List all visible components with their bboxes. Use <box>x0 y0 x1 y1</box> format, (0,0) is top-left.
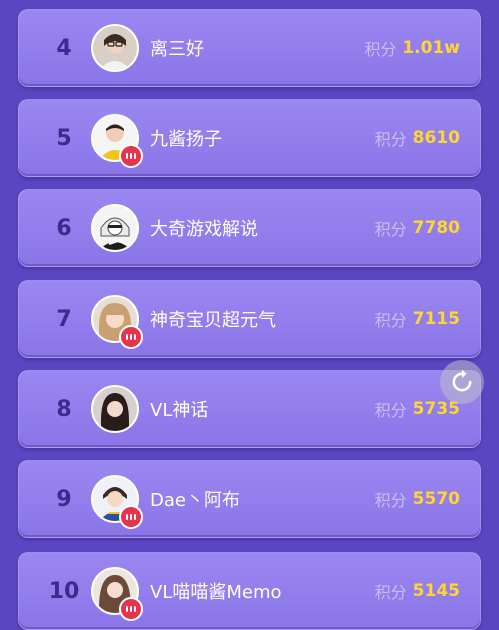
streamer-name[interactable]: VL喵喵酱Memo <box>150 553 282 629</box>
ranking-list: 4 离三好 积分 1.01w 5 九酱扬子 积分 8610 6 大奇游戏解说 积… <box>0 0 499 630</box>
avatar-image <box>93 387 137 431</box>
score-label: 积分 <box>364 40 397 59</box>
score-value: 5570 <box>412 489 460 509</box>
live-badge <box>119 505 143 529</box>
avatar[interactable] <box>91 204 139 252</box>
avatar[interactable] <box>91 385 139 433</box>
score-label: 积分 <box>374 220 407 239</box>
score-label: 积分 <box>374 311 407 330</box>
score-label: 积分 <box>374 583 407 602</box>
ranking-row[interactable]: 8 VL神话 积分 5735 <box>18 370 481 448</box>
ranking-row[interactable]: 4 离三好 积分 1.01w <box>18 9 481 87</box>
live-icon <box>126 334 136 340</box>
score: 积分 7780 <box>375 190 460 266</box>
streamer-name[interactable]: 离三好 <box>150 10 204 86</box>
live-icon <box>126 153 136 159</box>
score: 积分 7115 <box>375 281 460 357</box>
ranking-row[interactable]: 10 VL喵喵酱Memo 积分 5145 <box>18 552 481 630</box>
ranking-row[interactable]: 5 九酱扬子 积分 8610 <box>18 99 481 177</box>
score-value: 1.01w <box>402 38 460 58</box>
score-label: 积分 <box>374 401 407 420</box>
avatar[interactable] <box>91 24 139 72</box>
score: 积分 1.01w <box>364 10 460 86</box>
score: 积分 8610 <box>375 100 460 176</box>
streamer-name[interactable]: 大奇游戏解说 <box>150 190 258 266</box>
ranking-row[interactable]: 6 大奇游戏解说 积分 7780 <box>18 189 481 267</box>
ranking-row[interactable]: 9 Dae丶阿布 积分 5570 <box>18 460 481 538</box>
live-icon <box>126 514 136 520</box>
live-icon <box>126 606 136 612</box>
live-badge <box>119 144 143 168</box>
score: 积分 5145 <box>375 553 460 629</box>
score-label: 积分 <box>374 491 407 510</box>
score-value: 7780 <box>412 218 460 238</box>
refresh-icon <box>452 369 472 392</box>
streamer-name[interactable]: 九酱扬子 <box>150 100 222 176</box>
ranking-row[interactable]: 7 神奇宝贝超元气 积分 7115 <box>18 280 481 358</box>
score: 积分 5570 <box>375 461 460 537</box>
avatar-image <box>93 206 137 250</box>
live-badge <box>119 325 143 349</box>
refresh-button[interactable] <box>440 360 484 404</box>
score-value: 7115 <box>412 309 460 329</box>
score-label: 积分 <box>374 130 407 149</box>
score-value: 8610 <box>412 128 460 148</box>
streamer-name[interactable]: Dae丶阿布 <box>150 461 240 537</box>
avatar-image <box>93 26 137 70</box>
score-value: 5145 <box>412 581 460 601</box>
live-badge <box>119 597 143 621</box>
streamer-name[interactable]: VL神话 <box>150 371 208 447</box>
streamer-name[interactable]: 神奇宝贝超元气 <box>150 281 276 357</box>
